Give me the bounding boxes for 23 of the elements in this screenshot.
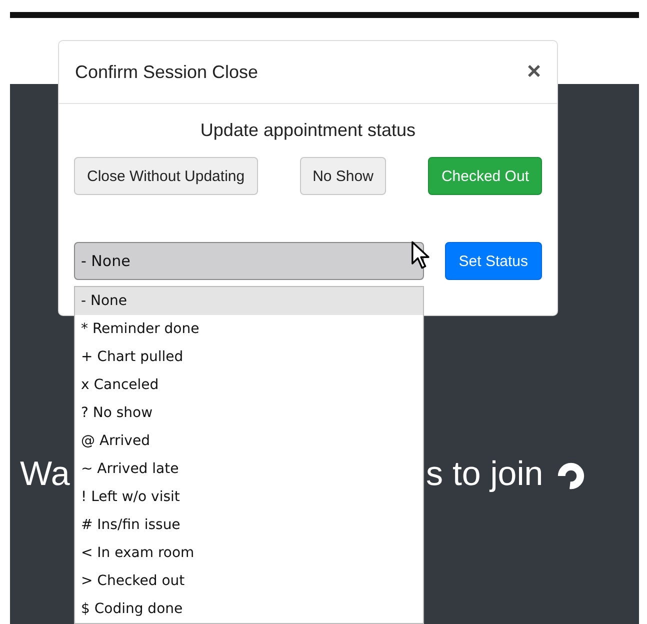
spinner-icon: [557, 462, 585, 490]
set-status-button[interactable]: Set Status: [444, 242, 542, 280]
dropdown-option[interactable]: - None: [75, 287, 423, 315]
dropdown-option[interactable]: * Reminder done: [75, 315, 423, 343]
dropdown-option[interactable]: @ Arrived: [75, 427, 423, 455]
status-button[interactable]: No Show: [300, 157, 386, 195]
waiting-text: Wa: [20, 454, 70, 495]
status-select[interactable]: - None: [74, 242, 424, 280]
cursor-icon: [410, 240, 432, 270]
dropdown-option[interactable]: x Canceled: [75, 371, 423, 399]
close-button[interactable]: ×: [526, 60, 541, 84]
waiting-text: s to join: [426, 454, 544, 495]
dropdown-option[interactable]: + Chart pulled: [75, 343, 423, 371]
section-heading: Update appointment status: [199, 120, 417, 141]
dropdown-option[interactable]: < In exam room: [75, 539, 423, 567]
dialog-title: Confirm Session Close: [75, 62, 258, 82]
dropdown-option[interactable]: > Checked out: [75, 567, 423, 595]
dropdown-option[interactable]: ? No show: [75, 399, 423, 427]
status-button[interactable]: Close Without Updating: [74, 157, 258, 195]
dropdown-option[interactable]: $ Coding done: [75, 595, 423, 623]
dropdown-option[interactable]: ! Left w/o visit: [75, 483, 423, 511]
dropdown-option[interactable]: # Ins/fin issue: [75, 511, 423, 539]
dropdown-option[interactable]: ~ Arrived late: [75, 455, 423, 483]
